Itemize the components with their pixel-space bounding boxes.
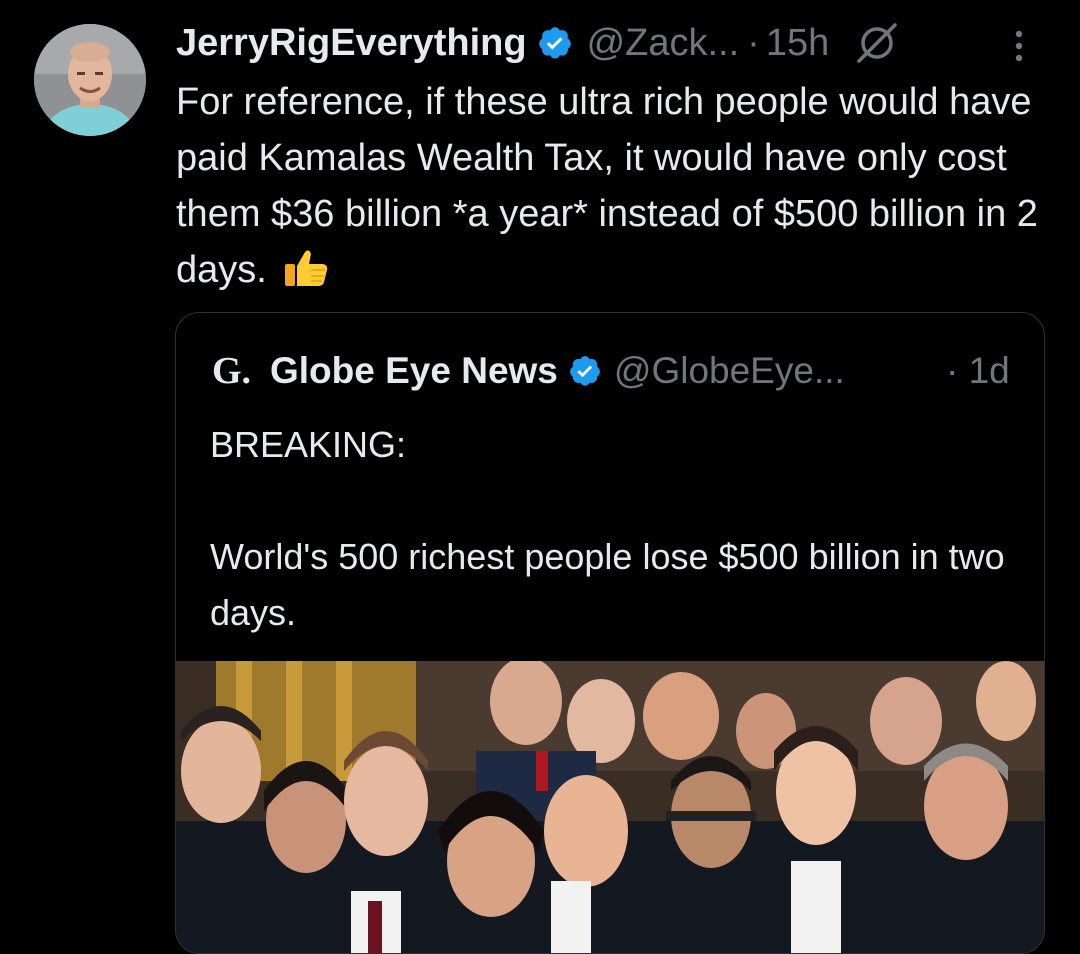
author-name[interactable]: JerryRigEverything <box>176 22 527 65</box>
tweet-header: JerryRigEverything @Zack... · 15h <box>176 18 899 68</box>
grok-icon[interactable] <box>855 21 899 65</box>
tweet-timestamp[interactable]: 15h <box>766 22 829 65</box>
separator-dot: · <box>946 350 959 391</box>
author-handle[interactable]: @Zack... <box>587 22 740 65</box>
quoted-time-value: 1d <box>968 350 1010 391</box>
quoted-tweet-photo[interactable] <box>176 661 1044 954</box>
quoted-tweet-text: BREAKING: World's 500 richest people los… <box>210 424 1005 633</box>
author-avatar[interactable] <box>34 24 146 136</box>
quoted-tweet-timestamp[interactable]: · 1d <box>946 350 1010 392</box>
avatar-image <box>34 24 146 136</box>
more-vertical-icon[interactable] <box>1012 24 1026 68</box>
quoted-time-row: · 1d <box>176 347 1044 395</box>
thumbs-up-emoji-icon <box>285 250 328 286</box>
verified-badge-icon <box>538 27 571 59</box>
separator-dot: · <box>747 21 760 64</box>
quoted-tweet-card[interactable]: G. Globe Eye News @GlobeEye... · 1d BREA… <box>175 312 1045 954</box>
tweet-body: For reference, if these ultra rich peopl… <box>176 74 1056 298</box>
